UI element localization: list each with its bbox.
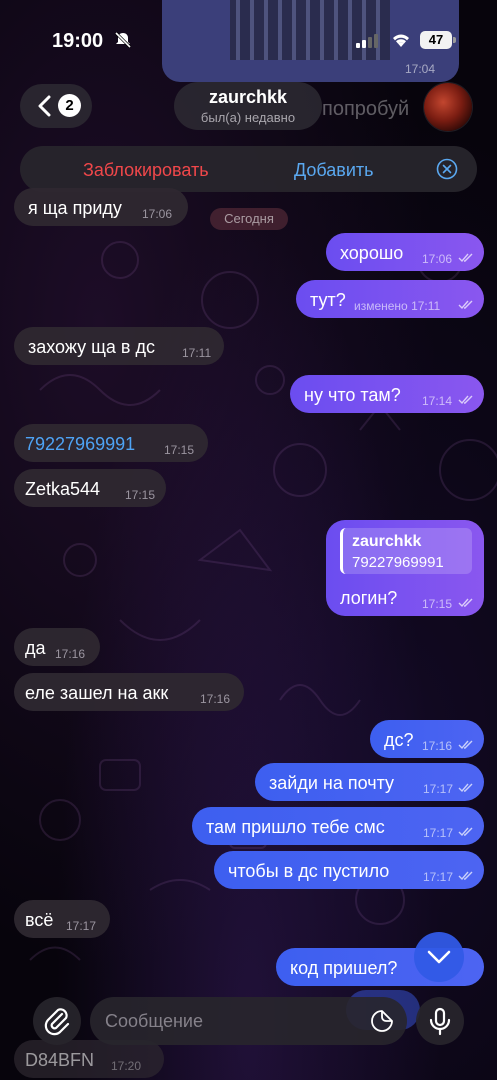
message-incoming[interactable]: я ща приду 17:06 [14, 188, 188, 226]
block-button[interactable]: Заблокировать [83, 160, 209, 181]
message-time: 17:15 [422, 597, 453, 611]
message-incoming[interactable]: D84BFN 17:20 [14, 1040, 164, 1078]
message-time: 17:17 [423, 870, 454, 884]
message-text: D84BFN [25, 1050, 95, 1070]
message-text: да [25, 638, 46, 658]
message-time: 17:17 [423, 782, 454, 796]
unread-count-badge: 2 [58, 94, 81, 117]
scroll-to-bottom-button[interactable] [414, 932, 464, 982]
close-circle-icon[interactable] [436, 158, 458, 180]
message-time: 17:16 [55, 647, 86, 661]
message-text: логин? [340, 588, 398, 608]
message-time: изменено 17:11 [354, 299, 441, 313]
double-check-icon [458, 783, 473, 793]
message-incoming[interactable]: захожу ща в дс 17:11 [14, 327, 224, 365]
avatar[interactable] [424, 83, 472, 131]
message-input[interactable]: Сообщение [90, 997, 407, 1045]
sticker-icon[interactable] [370, 1009, 394, 1033]
double-check-icon [458, 827, 473, 837]
message-text: ну что там? [304, 385, 401, 405]
message-text: тут? [310, 290, 346, 310]
message-outgoing[interactable]: чтобы в дс пустило 17:17 [214, 851, 484, 889]
bell-slash-icon [114, 31, 132, 49]
quote-author: zaurchkk [352, 533, 422, 550]
message-text: Zetka544 [25, 479, 101, 499]
add-contact-button[interactable]: Добавить [294, 160, 374, 181]
message-outgoing[interactable]: ну что там? 17:14 [290, 375, 484, 413]
message-outgoing[interactable]: хорошо 17:06 [326, 233, 484, 271]
phone-number-link[interactable]: 79227969991 [25, 434, 135, 455]
message-incoming[interactable]: всё 17:17 [14, 900, 110, 938]
message-time: 17:20 [111, 1059, 142, 1073]
paperclip-icon [44, 1008, 70, 1036]
message-time: 17:15 [164, 443, 195, 457]
double-check-icon [458, 871, 473, 881]
message-incoming[interactable]: Zetka544 17:15 [14, 469, 166, 507]
double-check-icon [458, 598, 473, 608]
message-time: 17:14 [422, 394, 453, 408]
date-separator: Сегодня [210, 208, 288, 230]
battery-icon: 47 [420, 31, 452, 49]
message-time: 17:11 [182, 346, 212, 360]
message-time: 17:16 [200, 692, 231, 706]
chevron-down-icon [427, 950, 451, 964]
double-check-icon [458, 300, 473, 310]
message-outgoing[interactable]: дс? 17:16 [370, 720, 484, 758]
double-check-icon [458, 740, 473, 750]
status-bar: 19:00 47 [0, 26, 497, 56]
behind-header-text: попробуй [322, 98, 410, 120]
message-outgoing[interactable]: там пришло тебе смс 17:17 [192, 807, 484, 845]
status-time: 19:00 [52, 30, 104, 52]
battery-tip [453, 37, 456, 43]
signal-icon [356, 34, 378, 48]
message-outgoing[interactable]: тут? изменено 17:11 [296, 280, 484, 318]
message-time: 17:17 [423, 826, 454, 840]
contact-status: был(а) недавно [200, 110, 296, 125]
message-text: код пришел? [290, 958, 398, 978]
message-text: я ща приду [28, 198, 122, 218]
chevron-left-icon [38, 95, 51, 117]
message-time: 17:06 [422, 252, 453, 266]
message-text: дс? [384, 730, 414, 750]
reply-quote[interactable]: zaurchkk 79227969991 [340, 528, 472, 574]
message-incoming[interactable]: еле зашел на акк 17:16 [14, 673, 244, 711]
chat-screen: 17:04 попробуй 19:00 47 2 zaurchkk был(а… [0, 0, 497, 1080]
double-check-icon [458, 395, 473, 405]
chat-title[interactable]: zaurchkk был(а) недавно [174, 82, 322, 130]
message-text: захожу ща в дс [28, 337, 156, 357]
contact-name: zaurchkk [208, 87, 288, 107]
message-time: 17:16 [422, 739, 453, 753]
message-outgoing[interactable]: зайди на почту 17:17 [255, 763, 484, 801]
message-time: 17:17 [66, 919, 97, 933]
message-text: всё [25, 910, 54, 930]
message-text: зайди на почту [269, 773, 395, 793]
message-incoming[interactable]: 79227969991 17:15 [14, 424, 208, 462]
message-text: там пришло тебе смс [206, 817, 385, 837]
message-incoming[interactable]: да 17:16 [14, 628, 100, 666]
message-text: чтобы в дс пустило [228, 861, 390, 881]
wifi-icon [393, 34, 409, 47]
message-time: 17:06 [142, 207, 173, 221]
voice-message-button[interactable] [416, 997, 464, 1045]
message-text: еле зашел на акк [25, 683, 169, 703]
back-button[interactable]: 2 [20, 84, 92, 128]
message-outgoing-reply[interactable]: zaurchkk 79227969991 логин? 17:15 [326, 520, 484, 616]
contact-action-bar: Заблокировать Добавить [20, 146, 477, 192]
attach-button[interactable] [33, 997, 81, 1045]
qr-message-time: 17:04 [404, 62, 435, 76]
quote-text: 79227969991 [352, 554, 444, 571]
message-text: хорошо [340, 243, 404, 263]
microphone-icon [429, 1007, 451, 1036]
message-time: 17:15 [125, 488, 156, 502]
message-input-placeholder: Сообщение [105, 1011, 203, 1031]
double-check-icon [458, 253, 473, 263]
